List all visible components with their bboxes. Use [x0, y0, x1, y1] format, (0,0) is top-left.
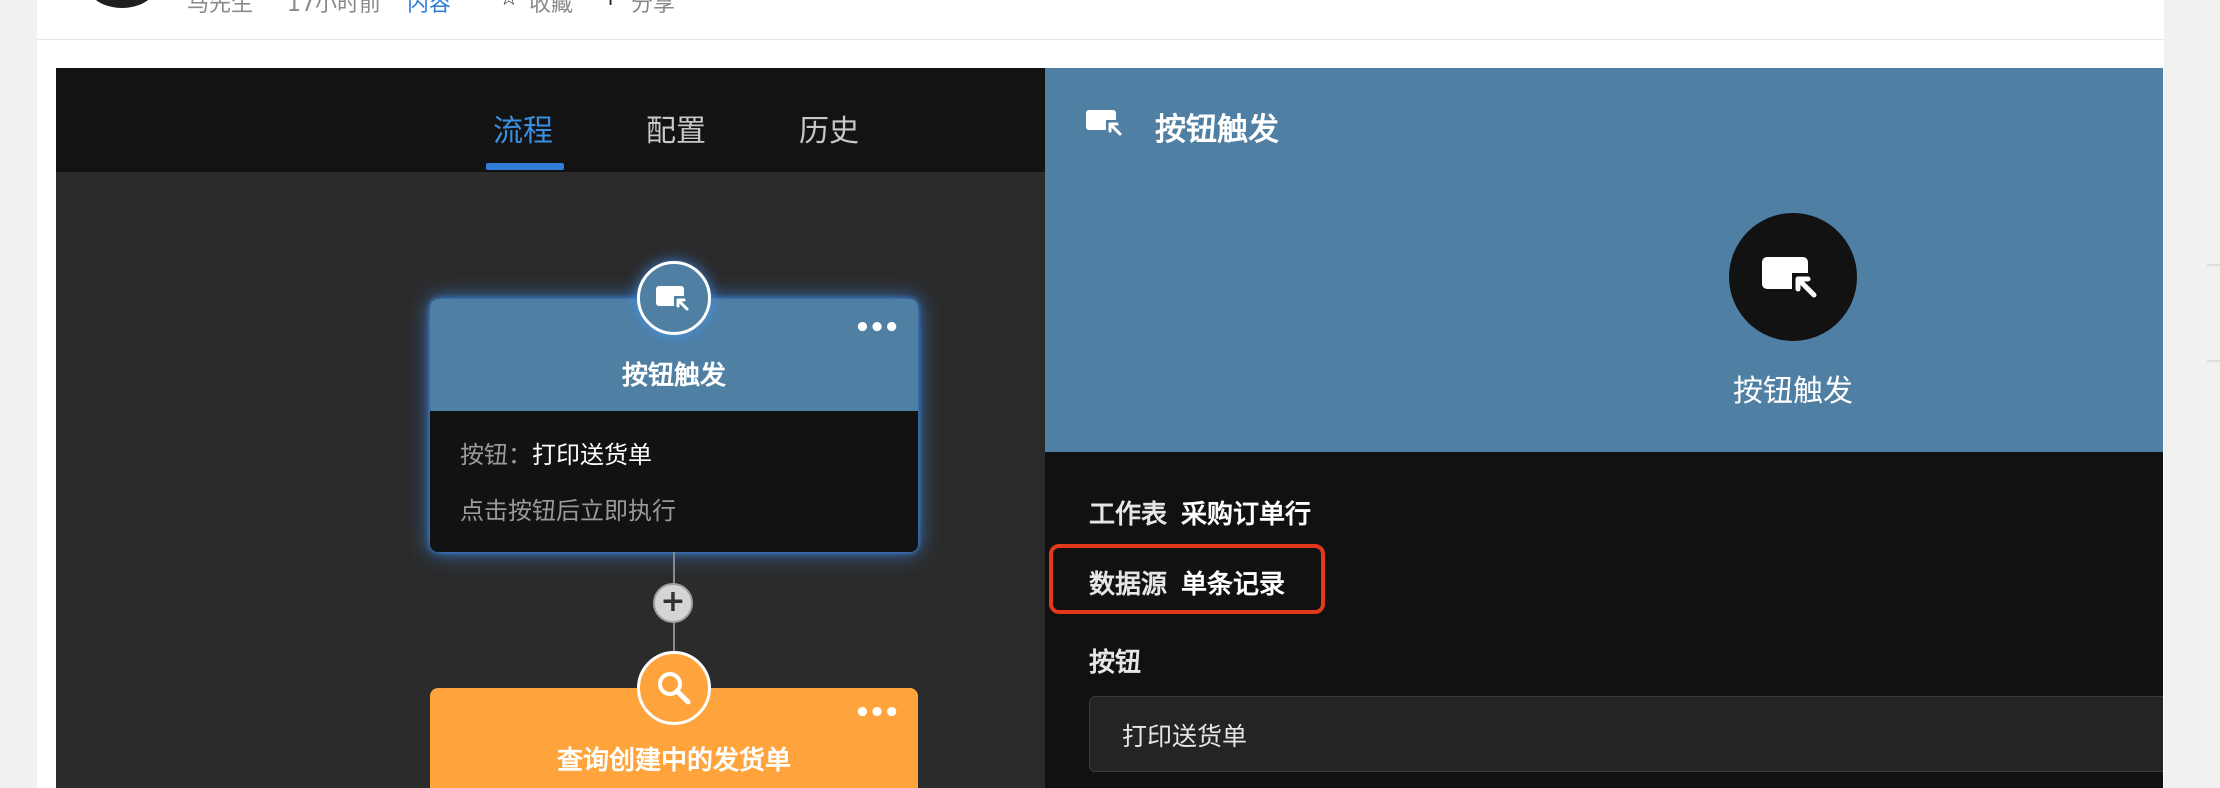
trigger-node[interactable]: ••• 按钮触发 按钮：打印送货单 点击按钮后立即执行 [430, 299, 918, 552]
trigger-button-prefix: 按钮： [460, 441, 532, 469]
trigger-node-title: 按钮触发 [621, 361, 726, 391]
button-section-label: 按钮 [1089, 648, 1142, 678]
trigger-detail-panel: 按钮触发 按钮触发 工作表 采购订单行 数据源 单条记录 按钮 打印送货单 [1045, 68, 2163, 788]
avatar[interactable] [87, 0, 157, 8]
detail-title: 按钮触发 [1155, 112, 1279, 148]
detail-header: 按钮触发 按钮触发 [1045, 68, 2163, 452]
trigger-node-button-line: 按钮：打印送货单 [460, 435, 652, 470]
trigger-node-note: 点击按钮后立即执行 [460, 497, 676, 525]
article-meta-bar: 马先生 17小时前 内容 ☆ 收藏 ↱ 分享 [37, 0, 2164, 40]
worksheet-row: 工作表 采购订单行 [1089, 494, 1311, 531]
datasource-value[interactable]: 单条记录 [1181, 570, 1285, 600]
worksheet-value[interactable]: 采购订单行 [1181, 500, 1311, 530]
star-icon[interactable]: ☆ [499, 0, 519, 11]
button-select-field[interactable]: 打印送货单 [1089, 696, 2163, 772]
datasource-row: 数据源 单条记录 [1089, 564, 1285, 601]
detail-center-label: 按钮触发 [1733, 374, 1853, 409]
query-node-title: 查询创建中的发货单 [556, 746, 791, 776]
button-cursor-icon [637, 261, 711, 335]
query-node-menu-icon[interactable]: ••• [854, 698, 900, 728]
scroll-edge-mark [2207, 360, 2220, 362]
tab-config[interactable]: 配置 [646, 106, 706, 150]
button-cursor-icon [1729, 213, 1857, 341]
post-time: 17小时前 [287, 0, 381, 17]
tab-history[interactable]: 历史 [799, 106, 859, 150]
search-icon [637, 651, 711, 725]
trigger-button-value: 打印送货单 [532, 441, 652, 469]
flow-editor: 流程 配置 历史 ••• 按钮触发 按钮：打印送货单 点击按钮后立即执行 + •… [56, 68, 1045, 788]
button-select-value: 打印送货单 [1122, 722, 1248, 751]
share-icon[interactable]: ↱ [605, 0, 623, 11]
datasource-label: 数据源 [1089, 570, 1168, 600]
trigger-node-menu-icon[interactable]: ••• [854, 313, 900, 343]
add-step-button[interactable]: + [653, 583, 693, 623]
button-cursor-icon [1085, 106, 1127, 144]
editor-tabbar: 流程 配置 历史 [56, 68, 1045, 172]
author-name[interactable]: 马先生 [187, 0, 253, 18]
workflow-screenshot: 流程 配置 历史 ••• 按钮触发 按钮：打印送货单 点击按钮后立即执行 + •… [56, 68, 2163, 788]
tag-link[interactable]: 内容 [407, 0, 451, 18]
trigger-node-body: 按钮：打印送货单 点击按钮后立即执行 [430, 411, 918, 552]
favorite-button[interactable]: 收藏 [529, 0, 573, 18]
scroll-edge-mark [2207, 264, 2220, 266]
worksheet-label: 工作表 [1089, 500, 1168, 530]
tab-flow[interactable]: 流程 [493, 106, 553, 150]
active-tab-indicator [486, 163, 564, 170]
share-button[interactable]: 分享 [631, 0, 675, 18]
